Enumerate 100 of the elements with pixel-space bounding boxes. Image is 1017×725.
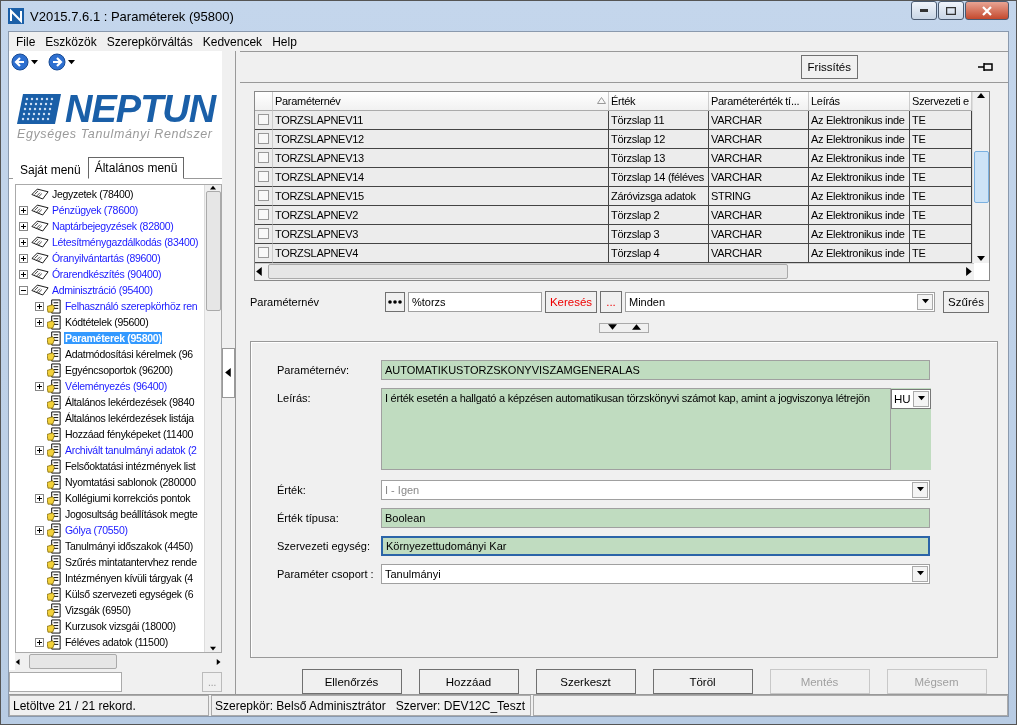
document-hand-icon	[47, 314, 62, 330]
collapse-toggle[interactable]	[19, 285, 28, 295]
tree-item[interactable]: Jegyzetek (78400)	[51, 188, 135, 200]
text-field[interactable]: Környezettudományi Kar	[381, 535, 930, 556]
tree-item[interactable]: Szűrés mintatantervhez rende	[64, 556, 198, 568]
caret-icon	[224, 368, 233, 377]
plus-icon	[36, 526, 43, 534]
tree-item[interactable]: Általános lekérdezések (9840	[64, 396, 196, 408]
tree-item[interactable]: Archivált tanulmányi adatok (2	[64, 444, 198, 456]
more-button[interactable]: ...	[600, 290, 622, 313]
column-header[interactable]: Paraméternév	[273, 91, 609, 111]
checkbox[interactable]	[258, 114, 269, 126]
scrollbar[interactable]	[972, 91, 989, 263]
text-field[interactable]: Boolean	[381, 507, 930, 528]
tree-item[interactable]: Tanulmányi időszakok (4450)	[64, 540, 194, 552]
checkbox[interactable]	[258, 171, 269, 183]
tree-item[interactable]: Órarendkészítés (90400)	[51, 268, 163, 280]
forward-arrow-icon[interactable]	[48, 53, 66, 71]
language-dropdown[interactable]: HU	[891, 388, 931, 409]
action-button[interactable]: Hozzáad	[418, 669, 519, 694]
scrollbar-thumb[interactable]	[973, 151, 989, 204]
tree-item[interactable]: Kódtételek (95600)	[64, 316, 150, 328]
expand-toggle[interactable]	[19, 237, 28, 247]
scrollbar[interactable]	[15, 653, 222, 670]
dropdown[interactable]: Tanulmányi	[381, 563, 930, 584]
document-hand-icon	[47, 330, 62, 346]
tree-item[interactable]: Véleményezés (96400)	[64, 380, 168, 392]
action-button[interactable]: Töröl	[652, 669, 753, 694]
text-area[interactable]: I érték esetén a hallgató a képzésen automatikusan törzskönyvi számot kap, amint a jogviszonya létrejön	[381, 387, 891, 470]
menu-item[interactable]: Eszközök	[40, 34, 102, 49]
checkbox[interactable]	[258, 152, 269, 164]
tree-item[interactable]: Adatmódosítási kérelmek (96	[64, 348, 194, 360]
tree-item[interactable]: Adminisztráció (95400)	[51, 284, 154, 296]
pin-icon[interactable]	[978, 60, 994, 73]
menu-item[interactable]: Szerepkörváltás	[101, 34, 198, 49]
tree-item[interactable]: Kollégiumi korrekciós pontok	[64, 492, 192, 504]
minimize-button[interactable]	[911, 1, 937, 20]
menu-item[interactable]: Help	[267, 34, 302, 49]
tree-item[interactable]: Külső szervezeti egységek (6	[64, 588, 195, 600]
scroll-down-icon	[977, 254, 985, 263]
filter-button[interactable]: Szűrés	[943, 290, 989, 313]
tree-item[interactable]: Kurzusok vizsgái (18000)	[64, 620, 177, 632]
checkbox[interactable]	[258, 228, 269, 240]
document-hand-icon	[47, 522, 62, 538]
tree-item[interactable]: Jogosultság beállítások megte	[64, 508, 199, 520]
action-button[interactable]: Szerkeszt	[535, 669, 636, 694]
maximize-button[interactable]	[938, 1, 964, 20]
checkbox[interactable]	[258, 133, 269, 145]
expand-toggle[interactable]	[35, 381, 44, 391]
close-button[interactable]	[965, 1, 1009, 20]
scrollbar[interactable]	[204, 185, 221, 652]
tree-item[interactable]: Pénzügyek (78600)	[51, 204, 139, 216]
text-field[interactable]: AUTOMATIKUSTORZSKONYVISZAMGENERALAS	[381, 359, 930, 380]
column-header[interactable]: Érték	[609, 91, 709, 111]
checkbox[interactable]	[258, 247, 269, 259]
tree-item[interactable]: Egyéncsoportok (96200)	[64, 364, 174, 376]
tree-item[interactable]: Intézményen kívüli tárgyak (4	[64, 572, 194, 584]
tree-item[interactable]: Hozzáad fényképeket (11400	[64, 428, 194, 440]
menu-item[interactable]: File	[11, 34, 41, 49]
expand-toggle[interactable]	[19, 221, 28, 231]
collapse-panel-button[interactable]	[222, 347, 235, 398]
tree-item[interactable]: Vizsgák (6950)	[64, 604, 132, 616]
scope-dropdown[interactable]: Minden	[625, 291, 935, 312]
expand-toggle[interactable]	[35, 317, 44, 327]
input-field[interactable]	[9, 672, 123, 692]
expand-toggle[interactable]	[35, 525, 44, 535]
tree-item[interactable]: Naptárbejegyzések (82800)	[51, 220, 175, 232]
back-arrow-icon[interactable]	[11, 53, 29, 71]
action-button[interactable]: Ellenőrzés	[301, 669, 402, 694]
refresh-button[interactable]: Frissítés	[800, 54, 858, 79]
expand-toggle[interactable]	[19, 269, 28, 279]
tree-item[interactable]: Felhasználó szerepkörhöz ren	[64, 300, 199, 312]
search-button[interactable]: Keresés	[545, 290, 597, 313]
scrollbar-thumb[interactable]	[268, 264, 788, 280]
tree-item[interactable]: Felsőoktatási intézmények list	[64, 460, 197, 472]
expand-toggle[interactable]	[35, 301, 44, 311]
tree-item[interactable]: Féléves adatok (11500)	[64, 636, 169, 648]
menu-item[interactable]: Kedvencek	[197, 34, 268, 49]
tree-item[interactable]: Nyomtatási sablonok (280000	[64, 476, 197, 488]
checkbox[interactable]	[258, 190, 269, 202]
tree-item[interactable]: Általános lekérdezések listája	[64, 412, 195, 424]
expand-toggle[interactable]	[19, 205, 28, 215]
menu-tab[interactable]: Általános menü	[87, 157, 185, 179]
scrollbar-thumb[interactable]	[205, 191, 221, 311]
expand-toggle[interactable]	[19, 253, 28, 263]
checkbox[interactable]	[258, 209, 269, 221]
options-button[interactable]	[385, 291, 405, 312]
column-header[interactable]: Paraméterérték tí...	[709, 91, 809, 111]
expand-toggle[interactable]	[35, 637, 44, 647]
column-header[interactable]: Leírás	[809, 91, 910, 111]
scrollbar-thumb[interactable]	[29, 654, 117, 669]
scroll-left-icon	[15, 658, 21, 665]
search-field[interactable]: %torzs	[408, 291, 542, 312]
tree-item[interactable]: Létesítménygazdálkodás (83400)	[51, 236, 200, 248]
tree-item[interactable]: Gólya (70550)	[64, 524, 129, 536]
expand-toggle[interactable]	[35, 445, 44, 455]
tree-item[interactable]: Óranyilvántartás (89600)	[51, 252, 162, 264]
column-header[interactable]: Szervezeti e	[910, 91, 972, 111]
expand-toggle[interactable]	[35, 493, 44, 503]
splitter-toggle[interactable]	[599, 322, 649, 333]
